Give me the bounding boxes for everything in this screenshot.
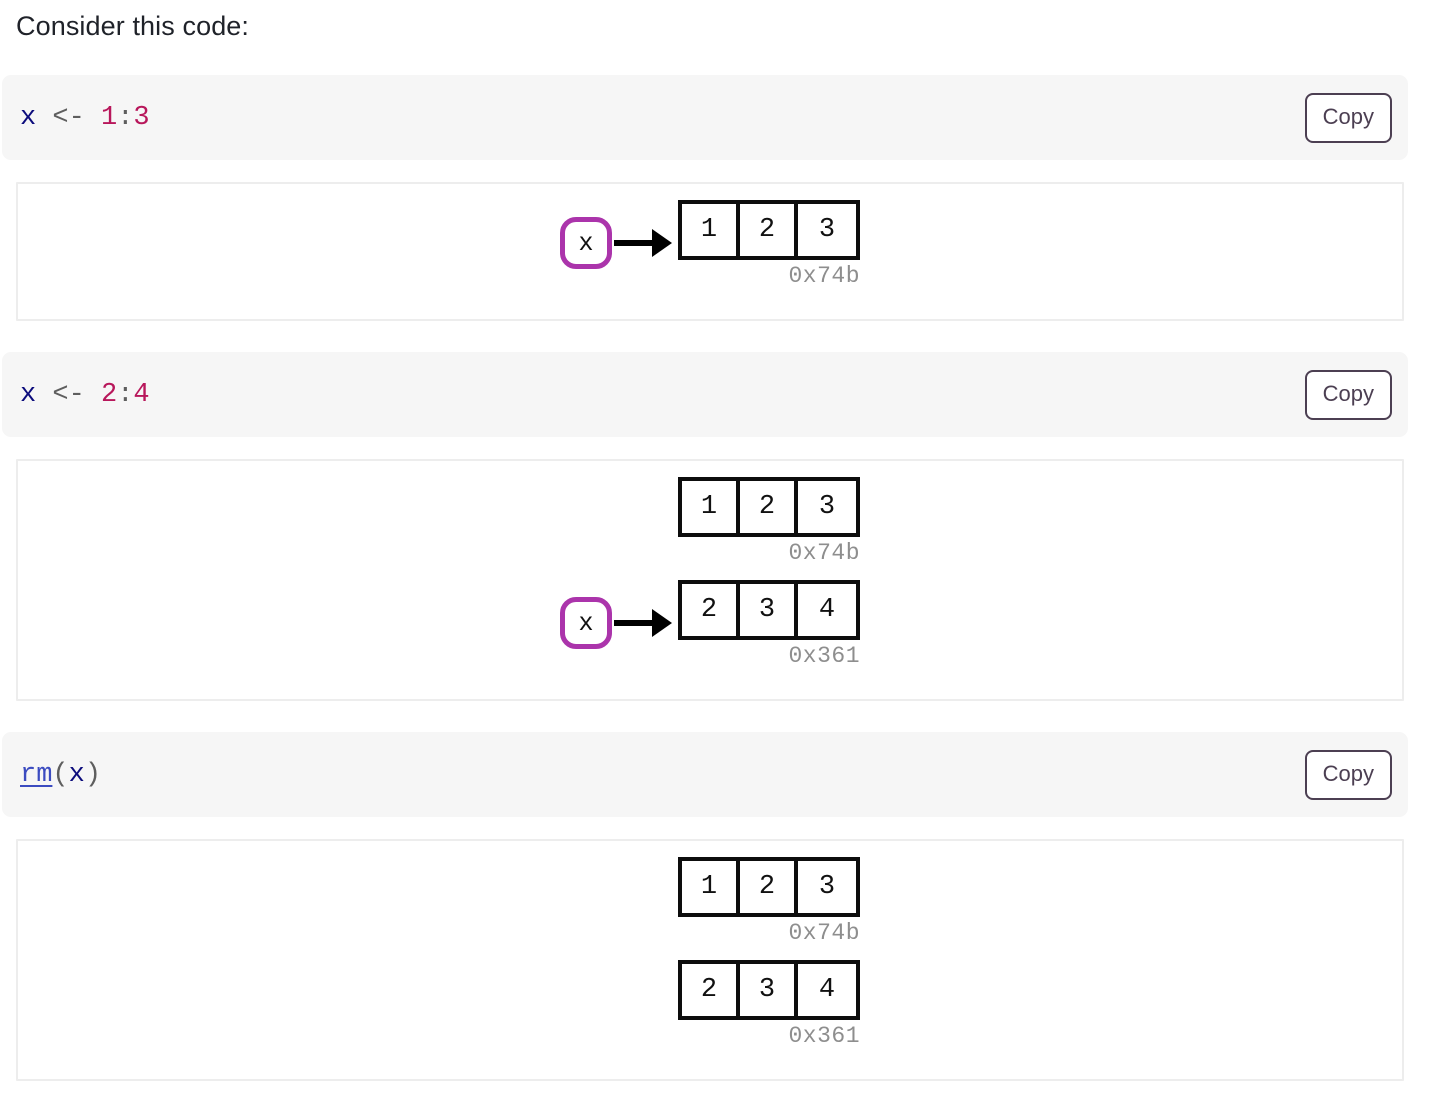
- copy-button[interactable]: Copy: [1304, 749, 1392, 800]
- vector-box: 123: [678, 200, 860, 261]
- code-token-var: x: [20, 379, 37, 410]
- vector-with-address: 2 3 4 0x361: [678, 960, 860, 1049]
- arrow-head: [652, 609, 672, 638]
- code-token-num: 2: [101, 379, 118, 410]
- vector-cell: 3: [740, 964, 798, 1017]
- page-root: Consider this code: x <- 1:3 Copy x 1 2 3 0x74…: [0, 0, 1450, 1082]
- vector-cell: 1: [682, 481, 740, 534]
- vector-cell: 1: [682, 861, 740, 914]
- code-token-punct: :: [117, 379, 134, 410]
- memory-diagram: 1 2 3 0x74b 2 3 4 0x361: [560, 857, 860, 1063]
- binding-arrow-icon: [612, 217, 674, 269]
- arrow-head: [652, 229, 672, 258]
- vector-cell: 3: [818, 492, 836, 523]
- code-token-var: x: [68, 759, 85, 790]
- code-block: x <- 1:3 Copy: [2, 75, 1408, 161]
- vector-row: x 1 2 3 0x74b: [560, 200, 860, 303]
- vector-cell: 2: [740, 861, 798, 914]
- vector-cell: 1: [682, 204, 740, 257]
- memory-address-label: 0x74b: [788, 920, 860, 947]
- vector-with-address: 1 2 3 0x74b: [678, 200, 860, 289]
- vector-row: 2 3 4 0x361: [560, 960, 860, 1063]
- code-token-num: 1: [101, 102, 118, 133]
- memory-address-label: 0x74b: [788, 263, 860, 290]
- code-block: x <- 2:4 Copy: [2, 352, 1408, 438]
- vector-box: 234: [678, 960, 860, 1021]
- copy-button[interactable]: Copy: [1304, 369, 1392, 420]
- memory-address-label: 0x74b: [788, 540, 860, 567]
- page-intro-text: Consider this code:: [16, 11, 250, 41]
- vector-cell: 4: [818, 595, 836, 626]
- code-token-num: 4: [133, 379, 150, 410]
- code-token-var: x: [20, 102, 37, 133]
- binding-arrow-icon: [612, 597, 674, 649]
- vector-cell: 2: [682, 964, 740, 1017]
- vector-cell: 2: [740, 481, 798, 534]
- code-token-punct: :: [117, 102, 134, 133]
- binding-name-box: x: [560, 217, 612, 270]
- memory-address-label: 0x361: [788, 1023, 860, 1050]
- code-token-op: <-: [52, 379, 85, 410]
- code-text: x <- 1:3: [20, 100, 150, 136]
- arrow-shaft: [614, 620, 656, 627]
- code-and-diagram-sequence: x <- 1:3 Copy x 1 2 3 0x74b x <- 2:4 Copy 1 2 3 0x74…: [0, 75, 1450, 1082]
- code-text: x <- 2:4: [20, 377, 150, 413]
- vector-row: x 2 3 4 0x361: [560, 580, 860, 683]
- memory-diagram-figure: 1 2 3 0x74b x 2 3 4 0x361: [16, 459, 1404, 702]
- code-block: rm(x) Copy: [2, 732, 1408, 818]
- vector-box: 123: [678, 857, 860, 918]
- code-token-op: <-: [52, 102, 85, 133]
- arrow-shaft: [614, 240, 656, 247]
- vector-cell: 2: [740, 204, 798, 257]
- vector-cell: 4: [818, 975, 836, 1006]
- binding-name-box: x: [560, 597, 612, 650]
- binding-slot: x: [560, 200, 678, 286]
- memory-address-label: 0x361: [788, 643, 860, 670]
- vector-cell: 3: [740, 584, 798, 637]
- binding-slot: x: [560, 580, 678, 666]
- vector-with-address: 1 2 3 0x74b: [678, 477, 860, 566]
- vector-box: 123: [678, 477, 860, 538]
- vector-box: 234: [678, 580, 860, 641]
- vector-cell: 3: [818, 215, 836, 246]
- vector-cell: 3: [818, 872, 836, 903]
- memory-diagram: 1 2 3 0x74b x 2 3 4 0x361: [560, 477, 860, 683]
- memory-diagram: x 1 2 3 0x74b: [560, 200, 860, 303]
- vector-with-address: 2 3 4 0x361: [678, 580, 860, 669]
- memory-diagram-figure: 1 2 3 0x74b 2 3 4 0x361: [16, 839, 1404, 1082]
- vector-row: 1 2 3 0x74b: [560, 857, 860, 960]
- vector-row: 1 2 3 0x74b: [560, 477, 860, 580]
- vector-cell: 2: [682, 584, 740, 637]
- memory-diagram-figure: x 1 2 3 0x74b: [16, 182, 1404, 322]
- code-token-punct: (: [52, 759, 69, 790]
- code-token-num: 3: [133, 102, 150, 133]
- copy-button[interactable]: Copy: [1304, 92, 1392, 143]
- vector-with-address: 1 2 3 0x74b: [678, 857, 860, 946]
- code-token-punct: ): [84, 759, 102, 790]
- code-text: rm(x): [20, 757, 101, 793]
- code-token-fun[interactable]: rm: [20, 760, 52, 790]
